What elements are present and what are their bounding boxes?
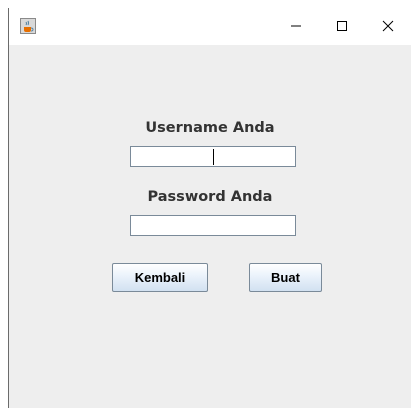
java-coffee-cup-icon[interactable] [20,18,36,34]
app-window: Username Anda Password Anda Kembali Buat [8,8,411,408]
password-label: Password Anda [147,189,273,205]
title-bar[interactable] [9,8,411,45]
maximize-icon [336,17,348,36]
minimize-button[interactable] [273,8,319,45]
close-icon [382,17,394,36]
text-caret [213,149,214,165]
password-field[interactable] [130,215,296,236]
maximize-button[interactable] [319,8,365,45]
minimize-icon [290,17,302,36]
back-button[interactable]: Kembali [112,263,208,292]
create-button[interactable]: Buat [249,263,322,292]
close-button[interactable] [365,8,411,45]
username-label: Username Anda [145,120,275,136]
